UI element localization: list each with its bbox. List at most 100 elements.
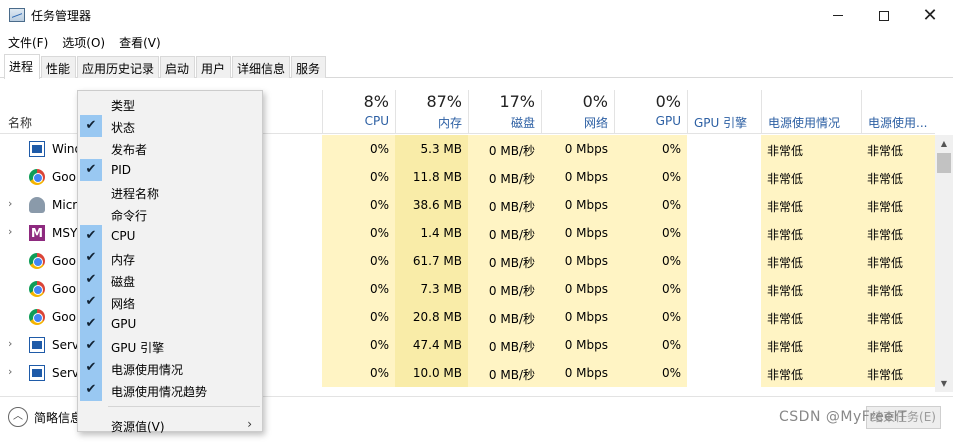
cpu-cell: 0% <box>322 135 395 163</box>
vertical-scrollbar[interactable]: ▲ ▼ <box>935 135 953 392</box>
power-trend-cell: 非常低 <box>861 331 935 359</box>
context-menu-label: 发布者 <box>111 143 148 157</box>
expand-chevron-icon[interactable]: › <box>8 225 12 238</box>
context-menu-label: 类型 <box>111 99 136 113</box>
gpu-column-label: GPU <box>655 114 681 128</box>
maximize-button[interactable] <box>861 0 907 31</box>
gpu-engine-cell <box>687 135 761 163</box>
cpu-cell: 0% <box>322 331 395 359</box>
menu-file[interactable]: 文件(F) <box>0 31 48 53</box>
tab-startup[interactable]: 启动 <box>160 56 195 78</box>
scroll-thumb[interactable] <box>937 153 951 173</box>
power-cell: 非常低 <box>761 163 861 191</box>
power-trend-cell: 非常低 <box>861 275 935 303</box>
power-trend-column-label: 电源使用... <box>868 116 928 130</box>
column-power-trend[interactable]: 电源使用... <box>861 90 935 134</box>
context-menu-item[interactable]: ✔ CPU <box>78 225 262 247</box>
power-trend-cell: 非常低 <box>861 247 935 275</box>
gpu-engine-column-label: GPU 引擎 <box>694 116 748 130</box>
network-cell: 0 Mbps <box>541 247 614 275</box>
power-cell: 非常低 <box>761 359 861 387</box>
gpu-cell: 0% <box>614 135 687 163</box>
expand-chevron-icon[interactable]: › <box>8 337 12 350</box>
context-menu-item[interactable]: 进程名称 <box>78 181 262 203</box>
cpu-total-percent: 8% <box>363 92 389 111</box>
context-menu-item[interactable]: ✔ 网络 <box>78 291 262 313</box>
process-name: Micr <box>52 198 78 212</box>
windows-app-icon <box>29 337 45 353</box>
context-menu-item[interactable]: ✔ 电源使用情况趋势 <box>78 379 262 401</box>
column-name[interactable]: 名称 <box>8 114 32 131</box>
tab-services[interactable]: 服务 <box>291 56 326 78</box>
power-cell: 非常低 <box>761 219 861 247</box>
collapse-chevron-icon[interactable]: ︿ <box>8 407 28 427</box>
column-cpu[interactable]: 8% CPU <box>322 90 395 134</box>
expand-chevron-icon[interactable]: › <box>8 365 12 378</box>
context-menu-label: 网络 <box>111 297 136 311</box>
context-menu-item[interactable]: 类型 <box>78 93 262 115</box>
tab-details[interactable]: 详细信息 <box>232 56 290 78</box>
title-bar: 任务管理器 ✕ <box>0 0 953 31</box>
power-cell: 非常低 <box>761 331 861 359</box>
tab-users[interactable]: 用户 <box>196 56 231 78</box>
gpu-engine-cell <box>687 275 761 303</box>
scroll-down-icon[interactable]: ▼ <box>935 375 953 392</box>
column-network[interactable]: 0% 网络 <box>541 90 614 134</box>
context-menu-label: GPU 引擎 <box>111 341 165 355</box>
column-gpu[interactable]: 0% GPU <box>614 90 687 134</box>
checkmark-icon: ✔ <box>80 225 102 247</box>
context-menu-label: 资源值(V) <box>111 420 165 434</box>
disk-cell: 0 MB/秒 <box>468 275 541 303</box>
context-menu-item[interactable]: ✔ GPU <box>78 313 262 335</box>
column-gpu-engine[interactable]: GPU 引擎 <box>687 90 761 134</box>
power-cell: 非常低 <box>761 191 861 219</box>
context-menu-item[interactable]: 发布者 <box>78 137 262 159</box>
column-disk[interactable]: 17% 磁盘 <box>468 90 541 134</box>
expand-chevron-icon[interactable]: › <box>8 197 12 210</box>
checkmark-icon: ✔ <box>80 247 102 269</box>
cpu-cell: 0% <box>322 219 395 247</box>
menu-view[interactable]: 查看(V) <box>111 31 161 53</box>
close-button[interactable]: ✕ <box>907 0 953 31</box>
checkmark-icon: ✔ <box>80 379 102 401</box>
context-menu-label: 状态 <box>111 121 136 135</box>
context-menu-item[interactable]: ✔ 状态 <box>78 115 262 137</box>
memory-cell: 11.8 MB <box>395 163 468 191</box>
power-cell: 非常低 <box>761 303 861 331</box>
close-icon: ✕ <box>922 5 938 26</box>
power-trend-cell: 非常低 <box>861 219 935 247</box>
process-name: Serv <box>52 338 80 352</box>
context-menu-label: 磁盘 <box>111 275 136 289</box>
column-memory[interactable]: 87% 内存 <box>395 90 468 134</box>
cpu-cell: 0% <box>322 359 395 387</box>
tab-app-history[interactable]: 应用历史记录 <box>77 56 159 78</box>
power-trend-cell: 非常低 <box>861 359 935 387</box>
gpu-engine-cell <box>687 359 761 387</box>
disk-cell: 0 MB/秒 <box>468 135 541 163</box>
menu-options[interactable]: 选项(O) <box>54 31 105 53</box>
context-menu-item[interactable]: ✔ PID <box>78 159 262 181</box>
checkmark-icon: ✔ <box>80 159 102 181</box>
process-name: Goo <box>52 282 76 296</box>
chrome-icon <box>29 253 45 269</box>
context-menu-item[interactable]: ✔ 电源使用情况 <box>78 357 262 379</box>
checkmark-icon: ✔ <box>80 357 102 379</box>
context-menu-item[interactable]: 命令行 <box>78 203 262 225</box>
cpu-cell: 0% <box>322 191 395 219</box>
column-power[interactable]: 电源使用情况 <box>761 90 861 134</box>
resource-values-submenu[interactable]: 资源值(V) › <box>78 414 262 436</box>
context-menu-item[interactable]: ✔ 磁盘 <box>78 269 262 291</box>
minimize-button[interactable] <box>815 0 861 31</box>
network-cell: 0 Mbps <box>541 331 614 359</box>
context-menu-label: 进程名称 <box>111 187 160 201</box>
network-cell: 0 Mbps <box>541 219 614 247</box>
tab-processes[interactable]: 进程 <box>4 54 40 79</box>
gpu-engine-cell <box>687 191 761 219</box>
scroll-up-icon[interactable]: ▲ <box>935 135 953 152</box>
context-menu-item[interactable]: ✔ GPU 引擎 <box>78 335 262 357</box>
tab-performance[interactable]: 性能 <box>41 56 76 78</box>
maximize-icon <box>879 10 889 21</box>
network-cell: 0 Mbps <box>541 359 614 387</box>
fewer-details-link[interactable]: 简略信息 <box>34 409 82 426</box>
context-menu-item[interactable]: ✔ 内存 <box>78 247 262 269</box>
